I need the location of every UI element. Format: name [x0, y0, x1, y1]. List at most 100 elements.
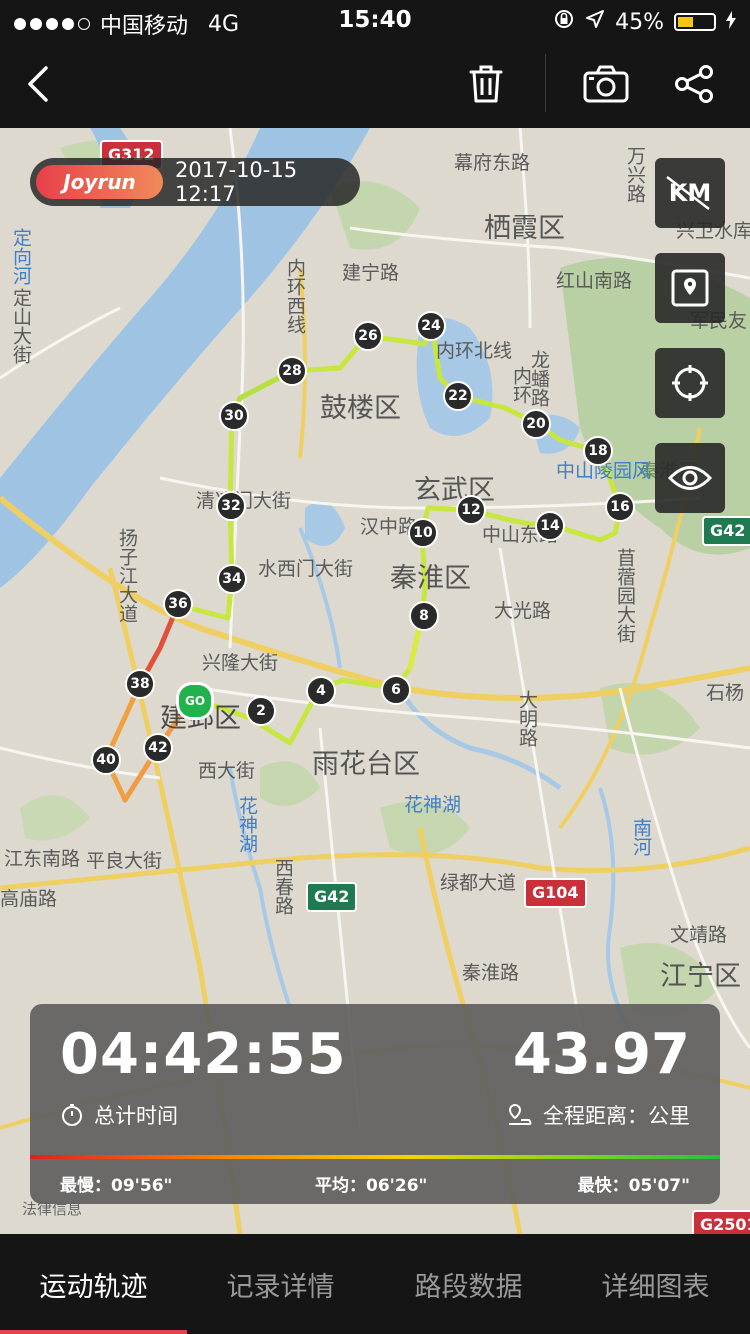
chevron-left-icon — [28, 66, 48, 102]
camera-button[interactable] — [580, 40, 632, 128]
run-datetime: 2017-10-15 12:17 — [175, 158, 298, 206]
km-marker: 14 — [535, 511, 565, 541]
km-marker: 22 — [443, 381, 473, 411]
pace-gradient-bar — [30, 1155, 720, 1159]
tab-route[interactable]: 运动轨迹 — [0, 1234, 187, 1334]
highway-shield: G2501 — [692, 1210, 750, 1234]
road-label: 扬子江大道 — [116, 528, 138, 623]
km-marker: 30 — [219, 401, 249, 431]
tab-detailed-charts[interactable]: 详细图表 — [562, 1234, 749, 1334]
km-marker: 24 — [416, 311, 446, 341]
slowest-pace: 最慢：09'56" — [60, 1176, 173, 1196]
tab-record-details[interactable]: 记录详情 — [187, 1234, 374, 1334]
fastest-pace: 最快：05'07" — [577, 1176, 690, 1196]
km-marker: 42 — [143, 733, 173, 763]
total-distance: 43.97 — [512, 1022, 690, 1087]
road-label: 西大街 — [198, 760, 256, 782]
km-marker: 18 — [583, 436, 613, 466]
run-summary-panel: 04:42:55 43.97 总计时间 全程距离：公里 最慢：09'56" 平均… — [30, 1004, 720, 1204]
road-label: 苜蓿园大街 — [614, 548, 636, 643]
km-marker: 28 — [277, 356, 307, 386]
road-label: 石杨 — [706, 682, 745, 704]
road-label: 定向河 — [10, 228, 32, 285]
joyrun-logo: Joyrun — [36, 165, 164, 199]
route-map[interactable]: 栖霞区 鼓楼区 玄武区 秦淮区 建邺区 雨花台区 江宁区 幕府东路 建宁路 内环… — [0, 128, 750, 1234]
road-label: 万兴路 — [624, 146, 646, 203]
km-marker: 8 — [409, 601, 439, 631]
duration-caption: 总计时间 — [60, 1100, 178, 1130]
district-label: 鼓楼区 — [320, 393, 401, 424]
highway-shield: G42 — [306, 882, 358, 912]
status-bar: 中国移动 4G 15:40 45% — [0, 0, 750, 40]
camera-icon — [583, 65, 629, 103]
km-marker: 4 — [306, 676, 336, 706]
km-marker: 2 — [246, 696, 276, 726]
road-label: 高庙路 — [0, 888, 58, 910]
district-label: 栖霞区 — [484, 213, 565, 244]
tab-bar: 运动轨迹 记录详情 路段数据 详细图表 — [0, 1234, 750, 1334]
road-label: 内环 — [510, 366, 532, 404]
km-marker: 32 — [216, 491, 246, 521]
lake-label: 花神湖 — [404, 794, 462, 816]
road-label: 水西门大街 — [258, 558, 354, 580]
road-label: 幕府东路 — [454, 152, 531, 174]
river-label: 花神湖 — [236, 796, 258, 853]
rotation-lock-icon — [553, 8, 575, 36]
nav-bar — [0, 40, 750, 128]
km-marker: 16 — [605, 492, 635, 522]
km-marker: 10 — [408, 518, 438, 548]
road-label: 江东南路 — [4, 848, 81, 870]
district-label: 雨花台区 — [312, 749, 420, 780]
distance-route-icon — [508, 1103, 532, 1125]
km-marker: 38 — [125, 669, 155, 699]
road-label: 内环北线 — [436, 340, 513, 362]
back-button[interactable] — [18, 40, 58, 128]
road-label: 兴隆大街 — [202, 652, 279, 674]
delete-button[interactable] — [462, 40, 510, 128]
km-toggle-button[interactable]: KM — [655, 158, 725, 228]
share-icon — [675, 65, 713, 103]
average-pace: 平均：06'26" — [315, 1176, 428, 1196]
trash-icon — [469, 65, 503, 103]
map-pin-icon — [671, 269, 709, 307]
run-date-badge: Joyrun 2017-10-15 12:17 — [30, 158, 360, 206]
battery-icon — [674, 13, 716, 31]
district-label: 江宁区 — [660, 961, 741, 992]
road-label: 大光路 — [494, 600, 552, 622]
road-label: 建宁路 — [342, 262, 400, 284]
eye-icon — [668, 466, 712, 490]
road-label: 绿都大道 — [440, 872, 517, 894]
nav-divider — [545, 54, 546, 112]
total-duration: 04:42:55 — [60, 1022, 347, 1087]
duration-label: 总计时间 — [94, 1104, 178, 1128]
stopwatch-icon — [62, 1104, 82, 1126]
km-marker: 12 — [456, 495, 486, 525]
km-marker: 40 — [91, 745, 121, 775]
km-marker: 6 — [381, 675, 411, 705]
km-marker: 20 — [521, 409, 551, 439]
highway-shield: G104 — [524, 878, 587, 908]
visibility-button[interactable] — [655, 443, 725, 513]
locate-button[interactable] — [655, 348, 725, 418]
distance-caption: 全程距离：公里 — [507, 1100, 690, 1130]
km-marker: 36 — [163, 589, 193, 619]
km-marker: 26 — [353, 321, 383, 351]
start-marker: GO — [176, 682, 214, 720]
distance-label: 全程距离：公里 — [543, 1104, 690, 1128]
road-label: 内环西线 — [284, 258, 306, 334]
location-arrow-icon — [585, 9, 605, 35]
road-label: 平良大街 — [86, 850, 163, 872]
map-type-button[interactable] — [655, 253, 725, 323]
highway-shield: G42 — [702, 516, 750, 546]
km-toggle-icon: KM — [665, 176, 712, 210]
share-button[interactable] — [670, 40, 718, 128]
road-label: 红山南路 — [556, 270, 633, 292]
road-label: 西春路 — [272, 858, 294, 915]
tab-segment-data[interactable]: 路段数据 — [375, 1234, 562, 1334]
km-marker: 34 — [217, 564, 247, 594]
road-label: 大明路 — [516, 690, 538, 747]
river-label: 南河 — [630, 818, 652, 856]
locate-icon — [672, 365, 708, 401]
road-label: 秦淮路 — [462, 962, 520, 984]
road-label: 定山大街 — [10, 288, 32, 364]
